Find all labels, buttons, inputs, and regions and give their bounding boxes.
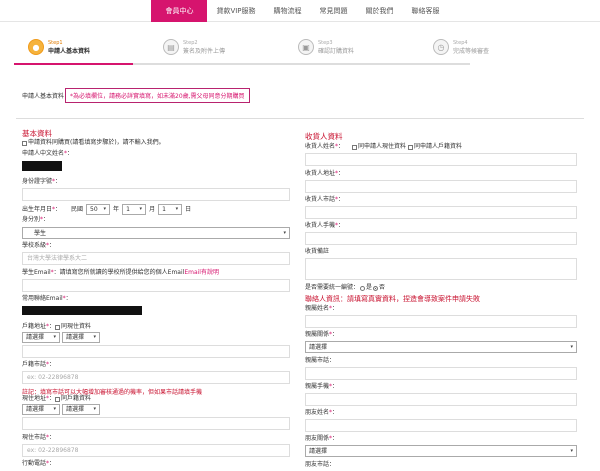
top-nav: 會員中心 貸款VIP服務 購物流程 常見問題 關於我們 聯絡客服 — [0, 0, 600, 22]
birth-month-select[interactable]: 1 ▾ — [122, 204, 147, 215]
contact1-name-input[interactable] — [305, 315, 577, 328]
receiver-phone-label: 收貨人市話*： — [305, 196, 345, 203]
notice-label: 申請人基本資料 — [22, 93, 65, 100]
step-name: 簽名及附件上傳 — [183, 47, 226, 55]
friend-name-input[interactable] — [305, 419, 577, 432]
receiver-name-row: 收貨人姓名*： 同申請人現住資料 同申請人戶籍資料 — [305, 143, 463, 150]
receiver-mobile-input[interactable] — [305, 232, 577, 245]
same-current-checkbox[interactable] — [55, 324, 61, 330]
birth-year-select[interactable]: 50 ▾ — [86, 204, 111, 215]
household-city-row: 請選擇 ▾ 請選擇 ▾ — [22, 332, 100, 343]
contact1-phone-input[interactable] — [305, 367, 577, 380]
current-addr-input[interactable] — [22, 417, 290, 430]
school-email-label: 學生Email*：請填寫您所就讀的學校所提供給您的個人EmailEmail有說明 — [22, 269, 219, 276]
nav-faq[interactable]: 常見問題 — [311, 0, 357, 22]
step-name: 完成等候審查 — [453, 47, 490, 55]
receiver-addr-input[interactable] — [305, 180, 577, 193]
receiver-addr-label: 收貨人地址*： — [305, 170, 345, 177]
household-district-select[interactable]: 請選擇 ▾ — [62, 332, 100, 343]
receiver-phone-input[interactable] — [305, 206, 577, 219]
same-household-receiver-checkbox[interactable] — [408, 144, 414, 150]
same-current-receiver-checkbox[interactable] — [352, 144, 358, 150]
step-2: ▤ Step2 簽名及附件上傳 — [163, 30, 298, 64]
same-as-buyer-checkbox[interactable] — [22, 140, 27, 146]
upload-icon: ▤ — [163, 39, 179, 55]
household-addr-input[interactable] — [22, 345, 290, 358]
same-household-checkbox[interactable] — [55, 396, 61, 402]
contact1-mobile-label: 親屬手機*： — [305, 383, 339, 390]
tax-id-row: 是否需要統一編號 ： 是 否 — [305, 284, 386, 291]
current-phone-input[interactable]: ex: 02-22896878 — [22, 444, 290, 457]
nav-vip-service[interactable]: 貸款VIP服務 — [207, 0, 264, 22]
step-3: ▣ Step3 確認訂購資料 — [298, 30, 433, 64]
divider — [16, 118, 584, 119]
email-label: 常用聯絡Email*： — [22, 295, 72, 302]
nav-member-center[interactable]: 會員中心 — [151, 0, 208, 22]
friend-rel-label: 朋友關係*： — [305, 435, 339, 442]
school-input[interactable]: 台灣大學法律學系大二 — [22, 252, 290, 265]
birth-row: 出生年月日*： 民國 50 ▾ 年 1 ▾ 月 1 ▾ 日 — [22, 204, 192, 215]
birth-era: 民國 — [71, 205, 84, 213]
contact1-name-label: 親屬姓名*： — [305, 305, 339, 312]
contact1-phone-label: 親屬市話： — [305, 357, 336, 364]
school-label: 學校系級*： — [22, 242, 56, 249]
nav-contact[interactable]: 聯絡客服 — [403, 0, 449, 22]
basic-info-column: 基本資料 申請資料同購買(請看填寫步驟於)，請不輸入我們。 申請人中文姓名*： … — [22, 124, 292, 471]
required-notice: *為必填欄位，請務必詳實填寫，如未滿20歲,需父母同意分期購買 — [65, 88, 250, 103]
contact1-mobile-input[interactable] — [305, 393, 577, 406]
identity-label: 身分別*： — [22, 216, 50, 223]
step-progress-bar — [14, 63, 470, 65]
step-name: 確認訂購資料 — [318, 47, 355, 55]
contact1-rel-label: 親屬關係*： — [305, 331, 339, 338]
tax-id-no-radio[interactable] — [373, 285, 379, 291]
receiver-name-input[interactable] — [305, 153, 577, 166]
email-input[interactable] — [22, 306, 142, 315]
household-phone-label: 戶籍市話*： — [22, 361, 56, 368]
receiver-info-title: 收貨人資料 — [305, 132, 343, 141]
same-as-buyer-row: 申請資料同購買(請看填寫步驟於)，請不輸入我們。 — [22, 139, 165, 147]
current-addr-row: 現住地址*： 同戶籍資料 — [22, 395, 92, 402]
household-addr-row: 戶籍地址*： 同現住資料 — [22, 323, 92, 330]
receiver-info-column: 收貨人資料 收貨人姓名*： 同申請人現住資料 同申請人戶籍資料 收貨人地址*： … — [305, 124, 581, 471]
step-name: 申請人基本資料 — [48, 47, 91, 55]
same-as-buyer-label: 申請資料同購買(請看填寫步驟於)，請不輸入我們。 — [28, 139, 165, 146]
receiver-note-label: 收貨備註 — [305, 248, 330, 255]
friend-phone-label: 朋友市話： — [305, 461, 336, 468]
identity-select[interactable]: 學生 ▾ — [22, 227, 290, 239]
receiver-note-input[interactable] — [305, 258, 577, 280]
friend-name-label: 朋友姓名*： — [305, 409, 339, 416]
current-city-row: 請選擇 ▾ 請選擇 ▾ — [22, 404, 100, 415]
current-city-select[interactable]: 請選擇 ▾ — [22, 404, 60, 415]
clock-icon: ◷ — [433, 39, 449, 55]
id-label: 身份證字號*： — [22, 178, 62, 185]
current-phone-label: 現住市話*： — [22, 434, 56, 441]
nav-shopping-flow[interactable]: 購物流程 — [265, 0, 311, 22]
receiver-mobile-label: 收貨人手機*： — [305, 222, 345, 229]
name-label: 申請人中文姓名*： — [22, 150, 74, 157]
contact-heading: 聯絡人資訊： 請填寫真實資料，捏造會導致案件申請失敗 — [305, 295, 480, 303]
nav-about[interactable]: 關於我們 — [357, 0, 403, 22]
cart-icon: ▣ — [298, 39, 314, 55]
contact1-rel-select[interactable]: 請選擇 ▾ — [305, 341, 577, 353]
tax-id-yes-radio[interactable] — [360, 285, 366, 291]
friend-rel-select[interactable]: 請選擇 ▾ — [305, 445, 577, 457]
step-4: ◷ Step4 完成等候審查 — [433, 30, 568, 64]
household-phone-input[interactable]: ex: 02-22896878 — [22, 371, 290, 384]
name-input[interactable] — [22, 161, 62, 171]
basic-info-title: 基本資料 — [22, 129, 52, 138]
household-city-select[interactable]: 請選擇 ▾ — [22, 332, 60, 343]
step-1: ● Step1 申請人基本資料 — [28, 30, 163, 64]
birth-day-select[interactable]: 1 ▾ — [158, 204, 183, 215]
school-email-input[interactable] — [22, 279, 290, 292]
current-district-select[interactable]: 請選擇 ▾ — [62, 404, 100, 415]
notice-row: 申請人基本資料 *為必填欄位，請務必詳實填寫，如未滿20歲,需父母同意分期購買 — [22, 88, 250, 103]
mobile-label: 行動電話*： — [22, 460, 56, 467]
id-input[interactable] — [22, 188, 290, 201]
progress-steps: ● Step1 申請人基本資料 ▤ Step2 簽名及附件上傳 ▣ Step3 … — [28, 30, 568, 64]
user-icon: ● — [28, 39, 44, 55]
